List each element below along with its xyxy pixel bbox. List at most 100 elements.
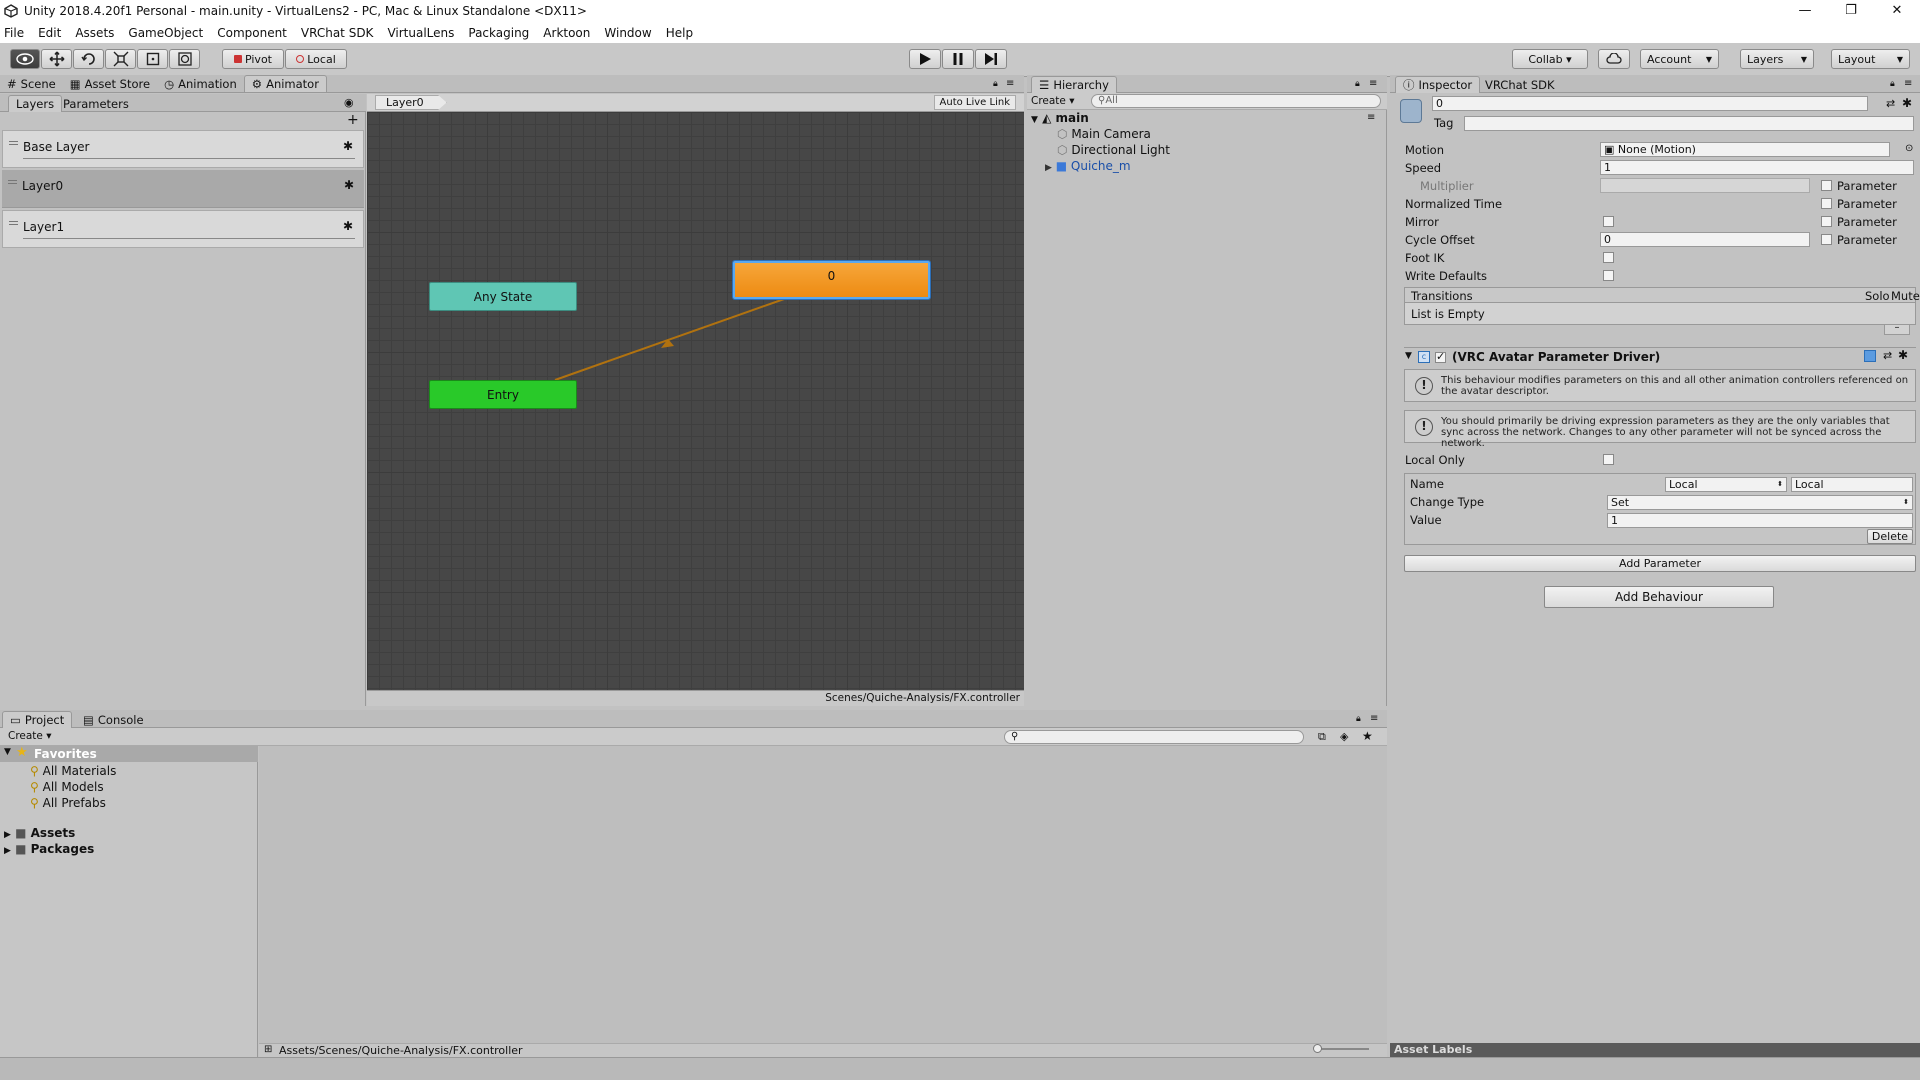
gear-icon[interactable]: ✱ [1898,348,1908,362]
cycle-offset-field[interactable]: 0 [1600,232,1810,247]
add-layer-button[interactable]: + [347,112,359,128]
breadcrumb[interactable]: Layer0 [375,95,447,110]
expand-arrow-icon[interactable]: ▼ [1031,115,1038,125]
project-content-area[interactable] [259,746,1387,1043]
pause-button[interactable] [942,49,974,69]
entry-node[interactable]: Entry [429,380,577,409]
local-button[interactable]: Local [285,49,347,69]
rect-tool-button[interactable] [137,49,168,69]
menu-component[interactable]: Component [217,26,287,40]
menu-arktoon[interactable]: Arktoon [543,26,590,40]
menu-file[interactable]: File [4,26,24,40]
hierarchy-create-button[interactable]: Create ▾ [1031,95,1075,107]
scene-root-item[interactable]: ▼ ◭ main [1031,111,1089,125]
layer-item-layer1[interactable]: Layer1 ✱ [2,210,364,248]
layers-dropdown[interactable]: Layers ▼ [1740,49,1814,69]
name-dropdown[interactable]: Local ⬍ [1665,477,1787,492]
panel-menu-icon[interactable]: ≡ [1369,78,1377,89]
foldout-arrow-icon[interactable]: ▼ [1405,351,1412,361]
gear-icon[interactable]: ✱ [344,178,354,192]
menu-assets[interactable]: Assets [75,26,114,40]
project-search-input[interactable]: ⚲ [1004,730,1304,744]
scale-tool-button[interactable] [105,49,136,69]
lock-icon[interactable]: 🔒︎ [993,79,998,89]
filter-type-icon[interactable]: ⧉ [1318,730,1326,744]
gear-icon[interactable]: ✱ [1902,96,1912,110]
foot-ik-checkbox[interactable] [1603,252,1614,263]
cloud-button[interactable] [1598,49,1630,69]
slider-handle[interactable] [1313,1044,1322,1053]
settings-slider-icon[interactable]: ⇄ [1883,349,1892,362]
minimize-button[interactable]: — [1782,0,1828,22]
expand-arrow-icon[interactable]: ▶ [1045,163,1052,173]
project-create-button[interactable]: Create ▾ [8,730,52,742]
tag-field[interactable] [1464,116,1914,131]
lock-icon[interactable]: 🔒︎ [1355,79,1360,89]
state-node-0[interactable]: 0 [733,261,930,299]
tab-console[interactable]: ▤ Console [76,711,151,728]
animator-graph[interactable]: Any State Entry 0 [367,112,1024,690]
view-tool-button[interactable] [10,49,40,69]
move-tool-button[interactable] [41,49,72,69]
layer-item-base[interactable]: Base Layer ✱ [2,130,364,168]
state-name-field[interactable]: 0 [1432,96,1868,111]
expand-arrow-icon[interactable]: ▶ [4,846,11,856]
tab-scene[interactable]: # Scene [0,75,63,92]
lock-icon[interactable]: 🔒︎ [1356,714,1361,724]
expand-arrow-icon[interactable]: ▶ [4,830,11,840]
settings-slider-icon[interactable]: ⇄ [1886,97,1895,110]
transform-tool-button[interactable] [169,49,200,69]
menu-help[interactable]: Help [666,26,693,40]
write-defaults-checkbox[interactable] [1603,270,1614,281]
drag-handle-icon[interactable] [8,180,17,184]
drag-handle-icon[interactable] [9,221,18,225]
favorites-row[interactable]: ▼ ★ Favorites [0,745,258,762]
close-button[interactable]: ✕ [1874,0,1920,22]
add-behaviour-button[interactable]: Add Behaviour [1544,586,1774,608]
auto-live-link-button[interactable]: Auto Live Link [933,95,1016,110]
change-type-dropdown[interactable]: Set ⬍ [1607,495,1913,510]
restore-button[interactable]: ❐ [1828,0,1874,22]
multiplier-parameter-checkbox[interactable] [1821,180,1832,191]
component-enabled-checkbox[interactable] [1435,350,1446,363]
scene-menu-icon[interactable]: ≡ [1367,112,1375,123]
motion-field[interactable]: ▣ None (Motion) [1600,142,1890,157]
folder-assets[interactable]: ▶ ■ Assets [4,826,75,840]
folder-packages[interactable]: ▶ ■ Packages [4,842,94,856]
value-field[interactable]: 1 [1607,513,1913,528]
tab-parameters[interactable]: Parameters [56,95,136,112]
hierarchy-item-quiche-m[interactable]: ▶ ■ Quiche_m [1045,159,1131,173]
hierarchy-search-input[interactable]: ⚲All [1091,94,1381,108]
pivot-button[interactable]: Pivot [222,49,284,69]
icon-size-slider[interactable] [1317,1048,1369,1050]
panel-menu-icon[interactable]: ≡ [1904,78,1912,89]
menu-vrchat-sdk[interactable]: VRChat SDK [301,26,374,40]
layer-item-layer0[interactable]: Layer0 ✱ [2,170,364,208]
tab-inspector[interactable]: ⓘ Inspector [1395,76,1481,93]
star-icon[interactable]: ★ [1362,729,1373,743]
menu-edit[interactable]: Edit [38,26,61,40]
favorite-item-all-models[interactable]: ⚲ All Models [30,780,104,794]
step-button[interactable] [975,49,1007,69]
menu-virtuallens[interactable]: VirtualLens [387,26,454,40]
play-button[interactable] [909,49,941,69]
normalized-time-parameter-checkbox[interactable] [1821,198,1832,209]
account-dropdown[interactable]: Account ▼ [1640,49,1719,69]
mirror-checkbox[interactable] [1603,216,1614,227]
remove-transition-button[interactable]: – [1884,323,1910,335]
tab-vrchat-sdk[interactable]: VRChat SDK [1478,76,1562,93]
tab-animation[interactable]: ◷ Animation [157,75,244,92]
local-only-checkbox[interactable] [1603,454,1614,465]
menu-gameobject[interactable]: GameObject [128,26,203,40]
mirror-parameter-checkbox[interactable] [1821,216,1832,227]
hierarchy-item-main-camera[interactable]: ⬡ Main Camera [1057,127,1151,141]
add-parameter-button[interactable]: Add Parameter [1404,555,1916,572]
name-text-field[interactable]: Local [1791,477,1913,492]
speed-field[interactable]: 1 [1600,160,1914,175]
eye-icon[interactable]: ◉ [344,96,354,109]
tab-animator[interactable]: ⚙ Animator [243,75,327,92]
favorite-item-all-materials[interactable]: ⚲ All Materials [30,764,116,778]
collab-button[interactable]: Collab ▾ [1512,49,1588,69]
favorite-item-all-prefabs[interactable]: ⚲ All Prefabs [30,796,106,810]
tab-project[interactable]: ▭ Project [2,711,73,728]
